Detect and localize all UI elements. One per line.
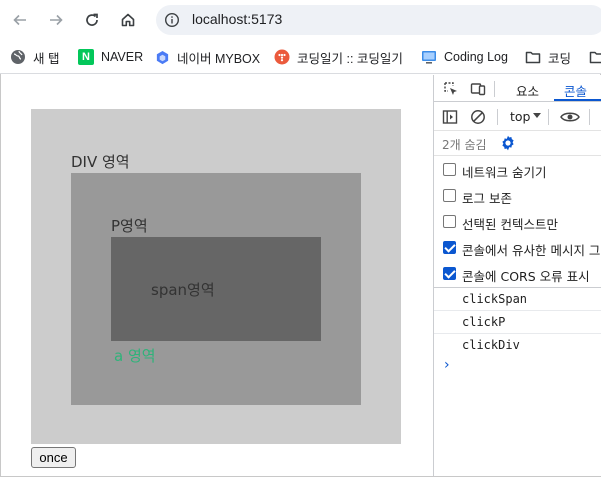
monitor-icon [421, 49, 437, 65]
forward-button[interactable] [45, 9, 67, 31]
bookmark-naver[interactable]: N NAVER [78, 48, 143, 66]
browser-toolbar: localhost:5173 [0, 0, 601, 40]
bookmark-folder-coding[interactable]: 코딩 [525, 48, 571, 66]
bookmark-label: NAVER [101, 50, 144, 64]
inspect-element-icon[interactable] [442, 80, 460, 98]
option-label: 콘솔에 CORS 오류 표시 [462, 269, 590, 284]
checkbox[interactable] [443, 215, 456, 228]
console-log-entry: clickDiv [462, 338, 520, 352]
clear-console-icon[interactable] [469, 108, 487, 126]
url-text: localhost:5173 [192, 11, 283, 27]
span-area[interactable]: span영역 [111, 237, 321, 341]
devtools-panel: 요소 콘솔 top 2개 숨김 네트워크 숨기기 로그 보존 선택된 컨텍스트만… [433, 75, 601, 476]
hidden-count: 2개 숨김 [442, 138, 487, 152]
home-button[interactable] [117, 9, 139, 31]
info-icon[interactable] [164, 12, 180, 28]
folder-icon [589, 49, 601, 65]
chevron-down-icon [533, 113, 541, 118]
tab-elements[interactable]: 요소 [516, 81, 539, 100]
reload-icon [86, 13, 98, 26]
bookmark-coding-log[interactable]: Coding Log [421, 48, 508, 66]
context-selector[interactable]: top [510, 109, 530, 124]
tab-console[interactable]: 콘솔 [564, 81, 587, 100]
tistory-icon [274, 49, 290, 65]
arrow-right-icon [50, 14, 63, 26]
bookmarks-bar: 새 탭 N NAVER 네이버 MYBOX 코딩일기 :: 코딩일기 Codin… [0, 40, 601, 74]
bookmark-tistory[interactable]: 코딩일기 :: 코딩일기 [274, 48, 403, 66]
option-label: 콘솔에서 유사한 메시지 그 [462, 243, 601, 258]
toolbar-separator [497, 109, 498, 125]
reload-button[interactable] [81, 9, 103, 31]
p-area[interactable]: P영역 span영역 a 영역 [71, 173, 361, 405]
naver-icon: N [78, 49, 94, 65]
console-toolbar: top [434, 103, 601, 131]
div-area[interactable]: DIV 영역 P영역 span영역 a 영역 [31, 109, 401, 444]
tab-separator [494, 81, 495, 97]
arrow-left-icon [13, 14, 26, 26]
console-log-entry: clickP [434, 311, 601, 334]
eye-icon[interactable] [560, 108, 580, 126]
checkbox[interactable] [443, 189, 456, 202]
bookmark-label: 네이버 MYBOX [177, 51, 261, 66]
bookmark-label: 코딩 [548, 51, 572, 66]
devtools-tab-bar: 요소 콘솔 [434, 75, 601, 102]
gear-icon[interactable] [499, 134, 517, 152]
console-log-entry: clickSpan [434, 288, 601, 311]
bookmark-label: 새 탭 [33, 51, 60, 66]
back-button[interactable] [9, 9, 31, 31]
once-button[interactable]: once [31, 447, 76, 468]
option-preserve-log[interactable]: 로그 보존 [434, 183, 601, 209]
bookmark-label: Coding Log [444, 50, 508, 64]
a-area-link[interactable]: a 영역 [114, 345, 156, 366]
option-label: 네트워크 숨기기 [462, 165, 547, 180]
p-area-label: P영역 [111, 217, 148, 235]
home-icon [121, 13, 135, 27]
toolbar-separator [589, 109, 590, 125]
globe-icon [10, 49, 26, 65]
bookmark-label: 코딩일기 :: 코딩일기 [297, 51, 403, 66]
console-prompt-icon[interactable]: › [444, 357, 450, 373]
active-tab-indicator [554, 99, 601, 101]
checkbox[interactable] [443, 163, 456, 176]
span-area-label: span영역 [151, 281, 215, 299]
console-log-list: clickSpan clickP clickDiv [434, 287, 601, 357]
sidebar-toggle-icon[interactable] [441, 108, 459, 126]
device-toggle-icon[interactable] [469, 80, 487, 98]
mybox-icon [154, 49, 170, 65]
option-hide-network[interactable]: 네트워크 숨기기 [434, 157, 601, 183]
bookmark-new-tab[interactable]: 새 탭 [10, 48, 59, 66]
option-selected-context-only[interactable]: 선택된 컨텍스트만 [434, 209, 601, 235]
option-group-similar[interactable]: 콘솔에서 유사한 메시지 그 [434, 235, 601, 261]
address-bar[interactable]: localhost:5173 [156, 5, 601, 35]
option-label: 로그 보존 [462, 191, 512, 206]
toolbar-separator [548, 109, 549, 125]
checkbox-checked[interactable] [443, 241, 456, 254]
option-label: 선택된 컨텍스트만 [462, 217, 558, 232]
hidden-messages-bar: 2개 숨김 [434, 131, 601, 156]
bookmark-folder-overflow[interactable] [589, 48, 601, 66]
div-area-label: DIV 영역 [71, 153, 130, 171]
option-show-cors-errors[interactable]: 콘솔에 CORS 오류 표시 [434, 261, 601, 287]
folder-icon [525, 49, 541, 65]
page-viewport: DIV 영역 P영역 span영역 a 영역 once [1, 75, 433, 476]
bookmark-mybox[interactable]: 네이버 MYBOX [154, 48, 260, 66]
checkbox-checked[interactable] [443, 267, 456, 280]
